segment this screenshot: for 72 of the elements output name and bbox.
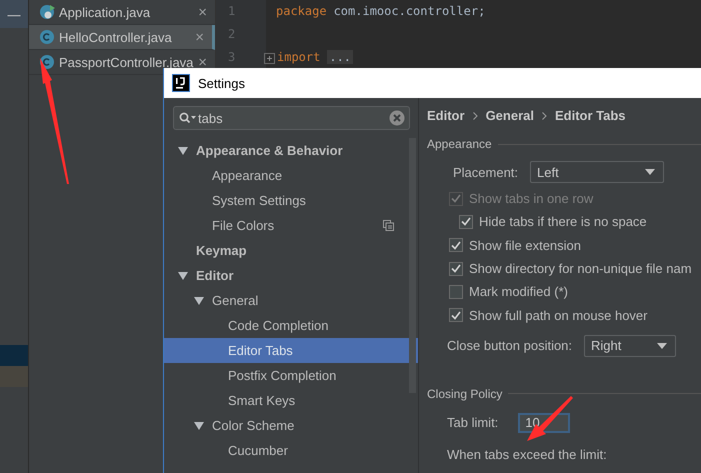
breadcrumb-item: Editor Tabs — [554, 108, 626, 122]
tree-item[interactable]: File Colors — [164, 213, 418, 238]
fold-icon[interactable] — [264, 53, 275, 64]
class-icon — [39, 29, 55, 45]
tree-label: File Colors — [212, 218, 276, 233]
file-name: HelloController.java — [59, 30, 173, 44]
section-heading: Closing Policy — [427, 386, 502, 401]
tree-item[interactable]: Cucumber — [164, 438, 418, 463]
tree-item[interactable]: Appearance & Behavior — [164, 138, 418, 163]
collapse-button[interactable]: — — [0, 0, 28, 28]
file-name: Application.java — [59, 4, 152, 20]
tree-label: System Settings — [212, 193, 307, 208]
tree-item[interactable]: Keymap — [164, 238, 418, 263]
search-input[interactable]: tabs — [198, 110, 388, 126]
file-name: PassportController.java — [59, 54, 194, 70]
window-title: Settings — [198, 76, 245, 90]
checkbox-label: Show directory for non-unique file nam — [469, 261, 692, 276]
tree-item[interactable]: Appearance — [164, 163, 418, 188]
field-label: Tab limit: — [447, 415, 498, 430]
code-text: ... — [327, 50, 354, 64]
tree-label: Editor Tabs — [228, 343, 294, 358]
tree-label: Color Scheme — [212, 418, 296, 433]
section-heading: Appearance — [427, 137, 492, 151]
tree-label: Keymap — [196, 243, 248, 258]
tree-label: General — [212, 293, 260, 308]
tree-item[interactable]: Editor Tabs — [164, 338, 418, 363]
code-text: com.imooc.controller; — [334, 4, 486, 18]
tree-item[interactable]: Editor — [164, 263, 418, 288]
close-position-dropdown[interactable]: Right — [584, 334, 676, 357]
caret-icon — [645, 169, 656, 175]
checkbox[interactable] — [449, 238, 463, 252]
tree-label: Editor — [196, 268, 235, 283]
arrow-annotation — [526, 394, 576, 442]
spring-class-icon — [39, 4, 55, 20]
search-icon — [179, 112, 197, 124]
checkbox[interactable] — [449, 284, 463, 299]
checkbox-label: Show file extension — [469, 238, 582, 253]
tree-item[interactable]: General — [164, 288, 418, 313]
close-icon[interactable]: × — [198, 4, 207, 20]
code-keyword: import — [277, 50, 320, 64]
tree-label: Appearance — [212, 168, 284, 183]
tree-item[interactable]: Color Scheme — [164, 413, 418, 438]
tree-label: Appearance & Behavior — [196, 143, 344, 158]
app-logo-icon — [172, 74, 190, 92]
breadcrumb-item: General — [486, 108, 534, 122]
checkbox-label: Mark modified (*) — [469, 284, 568, 300]
field-label: Close button position: — [447, 338, 572, 354]
checkbox-label: Show full path on mouse hover — [469, 308, 648, 323]
file-tab[interactable]: HelloController.java × — [29, 25, 215, 50]
tree-item[interactable]: System Settings — [164, 188, 418, 213]
tree-label: Code Completion — [228, 318, 330, 333]
search-field[interactable]: tabs — [173, 106, 410, 130]
checkbox-label: Hide tabs if there is no space — [479, 214, 647, 230]
close-icon[interactable]: × — [198, 54, 207, 70]
field-label: Placement: — [453, 164, 518, 180]
tree-label: Smart Keys — [228, 393, 296, 408]
placement-dropdown[interactable]: Left — [530, 161, 664, 183]
caret-icon — [657, 342, 668, 349]
scrollbar-thumb[interactable] — [409, 138, 416, 393]
tree-item[interactable]: Smart Keys — [164, 388, 418, 413]
tree-label: Cucumber — [228, 443, 289, 458]
breadcrumb-item: Editor — [427, 108, 465, 122]
tree-item[interactable]: Postfix Completion — [164, 363, 418, 388]
clear-icon[interactable] — [389, 110, 405, 126]
checkbox-label: Show tabs in one row — [469, 191, 594, 206]
checkbox[interactable] — [449, 262, 463, 276]
tree-item[interactable]: Code Completion — [164, 313, 418, 338]
code-keyword: package — [276, 4, 327, 18]
tree-label: Postfix Completion — [228, 368, 338, 383]
checkbox[interactable] — [449, 308, 463, 322]
close-icon[interactable]: × — [195, 28, 204, 46]
field-label: When tabs exceed the limit: — [447, 447, 607, 462]
